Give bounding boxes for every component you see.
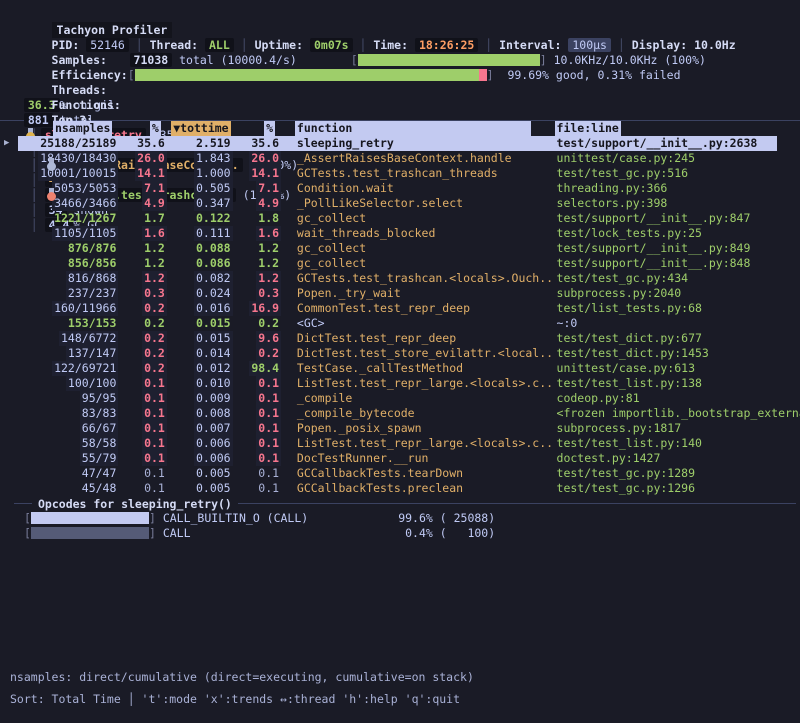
silver-medal-icon [47,158,56,171]
table-row[interactable]: 237/237 0.3 0.024 0.3 Popen._try_wait su… [18,286,800,301]
table-row[interactable]: 47/47 0.1 0.005 0.1 GCCallbackTests.tear… [18,466,800,481]
header-nsamples[interactable]: nsamples [53,121,112,136]
table-row[interactable]: 95/95 0.1 0.009 0.1 _compile codeop.py:8… [18,391,800,406]
samples-rate: 10.0KHz/10.0KHz (100%) [547,53,706,67]
opcode-bar [31,527,149,539]
header-file-line[interactable]: file:line [555,121,621,136]
uptime-value: 0m07s [310,38,353,52]
table-row[interactable]: 10001/10015 14.1 1.000 14.1 GCTests.test… [18,166,800,181]
profiler-terminal: Tachyon Profiler PID: 52146 │ Thread: AL… [0,0,800,723]
header-cumulative-pct[interactable]: % [264,121,275,136]
time-label: Time: [373,38,408,52]
opcode-row: [] CALL0.4% ( 100) [24,526,800,541]
thread-value[interactable]: ALL [205,38,234,52]
samples-suffix: total (10000.4/s) [172,53,297,67]
table-row[interactable]: 45/48 0.1 0.005 0.1 GCCallbackTests.prec… [18,481,800,496]
table-header: nsamples % ▼tottime % function file:line [18,121,800,136]
samples-bar [358,54,540,66]
title-line: Tachyon Profiler [10,8,800,23]
header-function[interactable]: function [295,121,531,136]
opcodes-list: [] CALL_BUILTIN_O (CALL)99.6% ( 25088) [… [0,511,800,541]
table-row[interactable]: 1221/1267 1.7 0.122 1.8 gc_collect test/… [18,211,800,226]
footer-help-keys: Sort: Total Time │ 't':mode 'x':trends ↔… [10,692,460,706]
efficiency-label: Efficiency: [52,68,128,82]
uptime-label: Uptime: [255,38,303,52]
table-row[interactable]: 66/67 0.1 0.007 0.1 Popen._posix_spawn s… [18,421,800,436]
samples-count: 71038 [130,53,173,67]
footer-help-nsamples: nsamples: direct/cumulative (direct=exec… [10,670,474,684]
header-tottime-sorted[interactable]: ▼tottime [171,121,230,136]
table-row[interactable]: 153/153 0.2 0.015 0.2 <GC> ~:0 [18,316,800,331]
table-body: 25188/25189 35.6 2.519 35.6 sleeping_ret… [18,136,800,496]
selected-row-arrow: ▶ [4,136,9,151]
table-row[interactable]: 58/58 0.1 0.006 0.1 ListTest.test_repr_l… [18,436,800,451]
table-row[interactable]: 160/11966 0.2 0.016 16.9 CommonTest.test… [18,301,800,316]
thread-label: Thread: [150,38,198,52]
pid-value: 52146 [86,38,129,52]
functions-table: nsamples % ▼tottime % function file:line… [18,121,800,496]
table-row[interactable]: 83/83 0.1 0.008 0.1 _compile_bytecode <f… [18,406,800,421]
interval-value[interactable]: 100µs [568,38,611,52]
bronze-medal-icon [47,188,56,201]
table-row[interactable]: 55/79 0.1 0.006 0.1 DocTestRunner.__run … [18,451,800,466]
table-row[interactable]: 100/100 0.1 0.010 0.1 ListTest.test_repr… [18,376,800,391]
display-label: Display: [632,38,687,52]
header-direct-pct[interactable]: % [150,121,161,136]
time-value: 18:26:25 [415,38,478,52]
table-row[interactable]: 25188/25189 35.6 2.519 35.6 sleeping_ret… [18,136,777,151]
opcodes-section-title: Opcodes for sleeping_retry() [38,497,232,511]
opcode-bar [31,512,149,524]
table-row[interactable]: 18430/18430 26.0 1.843 26.0 _AssertRaise… [18,151,800,166]
pid-label: PID: [52,38,80,52]
threads-label: Threads: [52,83,130,98]
efficiency-text: 99.69% good, 0.31% failed [494,68,681,82]
efficiency-bar [135,69,487,81]
functions-label: Functions: [52,98,130,113]
table-row[interactable]: 137/147 0.2 0.014 0.2 DictTest.test_stor… [18,346,800,361]
table-row[interactable]: 816/868 1.2 0.082 1.2 GCTests.test_trash… [18,271,800,286]
opcodes-section-separator: Opcodes for sleeping_retry() [14,496,796,511]
app-title: Tachyon Profiler [52,22,173,38]
table-row[interactable]: 1105/1105 1.6 0.111 1.6 wait_threads_blo… [18,226,800,241]
table-row[interactable]: 5053/5053 7.1 0.505 7.1 Condition.wait t… [18,181,800,196]
table-row[interactable]: 148/6772 0.2 0.015 9.6 DictTest.test_rep… [18,331,800,346]
table-row[interactable]: 122/69721 0.2 0.012 98.4 TestCase._callT… [18,361,800,376]
interval-label: Interval: [499,38,561,52]
table-row[interactable]: 856/856 1.2 0.086 1.2 gc_collect test/su… [18,256,800,271]
samples-label: Samples: [52,53,130,68]
table-row[interactable]: 3466/3466 4.9 0.347 4.9 _PollLikeSelecto… [18,196,800,211]
display-value: 10.0Hz [694,38,736,52]
table-row[interactable]: 876/876 1.2 0.088 1.2 gc_collect test/su… [18,241,800,256]
opcode-row: [] CALL_BUILTIN_O (CALL)99.6% ( 25088) [24,511,800,526]
